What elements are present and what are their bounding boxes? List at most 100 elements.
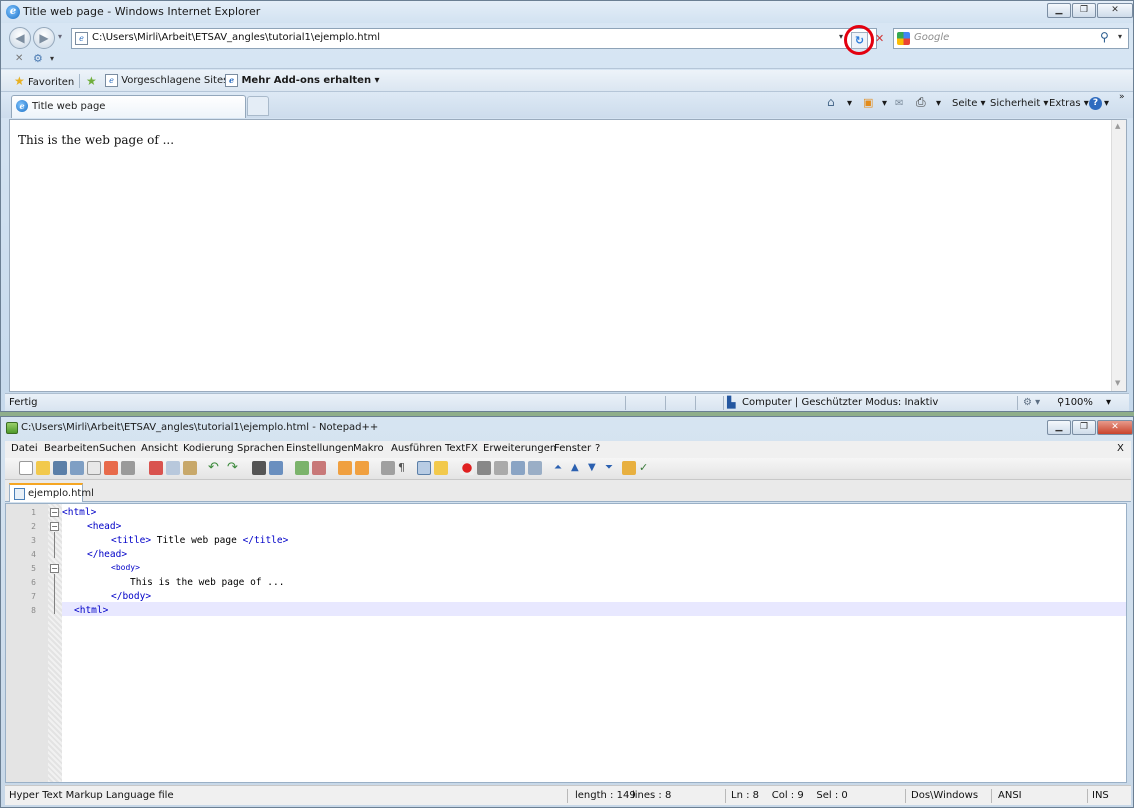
- menu-datei[interactable]: Datei: [11, 443, 38, 454]
- address-dropdown-icon[interactable]: ▾: [839, 32, 843, 41]
- menu-suchen[interactable]: Suchen: [99, 443, 136, 454]
- address-url[interactable]: C:\Users\Mirli\Arbeit\ETSAV_angles\tutor…: [92, 32, 380, 43]
- fold-toggle-icon[interactable]: −: [50, 564, 59, 573]
- menu-einstellungen[interactable]: Einstellungen: [286, 443, 354, 454]
- search-dropdown-icon[interactable]: ▾: [1118, 32, 1122, 41]
- zoom-control[interactable]: ⚲100%: [1057, 397, 1093, 408]
- search-placeholder[interactable]: Google: [914, 32, 949, 43]
- up-icon[interactable]: ▲: [571, 461, 585, 475]
- menu-bearbeiten[interactable]: Bearbeiten: [44, 443, 99, 454]
- fold-toggle-icon[interactable]: −: [50, 508, 59, 517]
- save-all-icon[interactable]: [70, 461, 84, 475]
- stop-macro-icon[interactable]: [477, 461, 491, 475]
- ie-link-icon: e: [105, 74, 118, 87]
- close-all-icon[interactable]: [104, 461, 118, 475]
- show-all-chars-icon[interactable]: ¶: [398, 461, 412, 475]
- mail-icon[interactable]: ✉: [895, 98, 903, 109]
- redo-icon[interactable]: ↷: [227, 461, 241, 475]
- collapse-icon[interactable]: ⏶: [554, 461, 568, 475]
- close-button[interactable]: ✕: [1097, 420, 1133, 435]
- word-wrap-icon[interactable]: [381, 461, 395, 475]
- print-icon[interactable]: ⎙: [916, 95, 926, 110]
- new-tab-button[interactable]: [247, 96, 269, 116]
- tab-title-web-page[interactable]: e Title web page: [11, 95, 246, 118]
- close-file-icon[interactable]: [87, 461, 101, 475]
- minimize-button[interactable]: ▁: [1047, 420, 1071, 435]
- menu-help[interactable]: ?: [595, 443, 600, 454]
- rss-icon[interactable]: ▣: [863, 96, 873, 109]
- run-macro-multiple-icon[interactable]: [511, 461, 525, 475]
- npp-status-bar: Hyper Text Markup Language file length :…: [5, 785, 1131, 805]
- addons-button[interactable]: e Mehr Add-ons erhalten ▾: [225, 74, 380, 87]
- menu-sprachen[interactable]: Sprachen: [237, 443, 284, 454]
- security-zone-text[interactable]: Computer | Geschützter Modus: Inaktiv: [742, 397, 938, 408]
- minimize-button[interactable]: ▁: [1047, 3, 1071, 18]
- history-dropdown-icon[interactable]: ▾: [58, 32, 62, 41]
- down-icon[interactable]: ▼: [588, 461, 602, 475]
- spellcheck-icon[interactable]: ✓: [639, 461, 653, 475]
- back-button[interactable]: ◀: [9, 27, 31, 49]
- menu-fenster[interactable]: Fenster: [554, 443, 591, 454]
- open-file-icon[interactable]: [36, 461, 50, 475]
- user-lang-icon[interactable]: [434, 461, 448, 475]
- menu-textfx[interactable]: TextFX: [445, 443, 478, 454]
- convert-dropdown-icon[interactable]: ▾: [50, 54, 54, 63]
- favorites-button[interactable]: ★ Favoriten: [14, 74, 74, 88]
- sync-h-icon[interactable]: [355, 461, 369, 475]
- home-dropdown-icon[interactable]: ▾: [847, 98, 852, 109]
- scroll-down-icon[interactable]: ▼: [1115, 379, 1120, 387]
- fold-toggle-icon[interactable]: −: [50, 522, 59, 531]
- chevron-more-icon[interactable]: »: [1119, 92, 1125, 102]
- extras-menu[interactable]: Extras ▾: [1049, 98, 1089, 109]
- maximize-button[interactable]: ❐: [1072, 3, 1096, 18]
- expand-icon[interactable]: ⏷: [605, 461, 619, 475]
- new-file-icon[interactable]: [19, 461, 33, 475]
- search-icon[interactable]: ⚲: [1100, 30, 1109, 44]
- code-editor[interactable]: 1 2 3 4 5 6 7 8 − − − <html> <head> <tit…: [5, 503, 1127, 783]
- print-dropdown-icon[interactable]: ▾: [936, 98, 941, 109]
- undo-icon[interactable]: ↶: [208, 461, 222, 475]
- cut-icon[interactable]: [149, 461, 163, 475]
- menu-erweiterungen[interactable]: Erweiterungen: [483, 443, 556, 454]
- zoom-out-icon[interactable]: [312, 461, 326, 475]
- menu-makro[interactable]: Makro: [353, 443, 384, 454]
- menu-ansicht[interactable]: Ansicht: [141, 443, 178, 454]
- tab-ejemplo-html[interactable]: ejemplo.html: [9, 483, 94, 502]
- copy-icon[interactable]: [166, 461, 180, 475]
- replace-icon[interactable]: [269, 461, 283, 475]
- vertical-scrollbar[interactable]: ▲ ▼: [1111, 120, 1126, 391]
- stop-icon[interactable]: ✕: [875, 32, 884, 45]
- help-dropdown-icon[interactable]: ▾: [1104, 98, 1109, 109]
- convert-icon[interactable]: ⚙: [33, 52, 43, 65]
- menu-kodierung[interactable]: Kodierung: [183, 443, 234, 454]
- zoom-dropdown-icon[interactable]: ▾: [1106, 397, 1111, 408]
- save-macro-icon[interactable]: [528, 461, 542, 475]
- save-icon[interactable]: [53, 461, 67, 475]
- security-menu[interactable]: Sicherheit ▾: [990, 98, 1048, 109]
- find-icon[interactable]: [252, 461, 266, 475]
- close-toolbar-icon[interactable]: ✕: [15, 53, 23, 64]
- maximize-button[interactable]: ❐: [1072, 420, 1096, 435]
- zoom-in-icon[interactable]: [295, 461, 309, 475]
- close-document-button[interactable]: X: [1117, 443, 1124, 454]
- indent-guide-icon[interactable]: [417, 461, 431, 475]
- rss-dropdown-icon[interactable]: ▾: [882, 98, 887, 109]
- sync-v-icon[interactable]: [338, 461, 352, 475]
- record-macro-icon[interactable]: [460, 461, 474, 475]
- scroll-up-icon[interactable]: ▲: [1115, 122, 1120, 130]
- paste-icon[interactable]: [183, 461, 197, 475]
- close-button[interactable]: ✕: [1097, 3, 1133, 18]
- help-icon[interactable]: ?: [1089, 97, 1102, 110]
- page-menu[interactable]: Seite ▾: [952, 98, 986, 109]
- suggested-sites-button[interactable]: e Vorgeschlagene Sites ▾: [105, 74, 237, 87]
- play-macro-icon[interactable]: [494, 461, 508, 475]
- search-box[interactable]: Google ⚲ ▾: [893, 28, 1129, 49]
- protected-mode-icon[interactable]: ⚙ ▾: [1023, 397, 1040, 408]
- address-bar[interactable]: e C:\Users\Mirli\Arbeit\ETSAV_angles\tut…: [71, 28, 877, 49]
- add-favorite-icon[interactable]: ★: [86, 74, 97, 88]
- print-icon[interactable]: [121, 461, 135, 475]
- forward-button[interactable]: ▶: [33, 27, 55, 49]
- home-icon[interactable]: ⌂: [827, 95, 835, 109]
- menu-ausfuehren[interactable]: Ausführen: [391, 443, 442, 454]
- tools-icon[interactable]: [622, 461, 636, 475]
